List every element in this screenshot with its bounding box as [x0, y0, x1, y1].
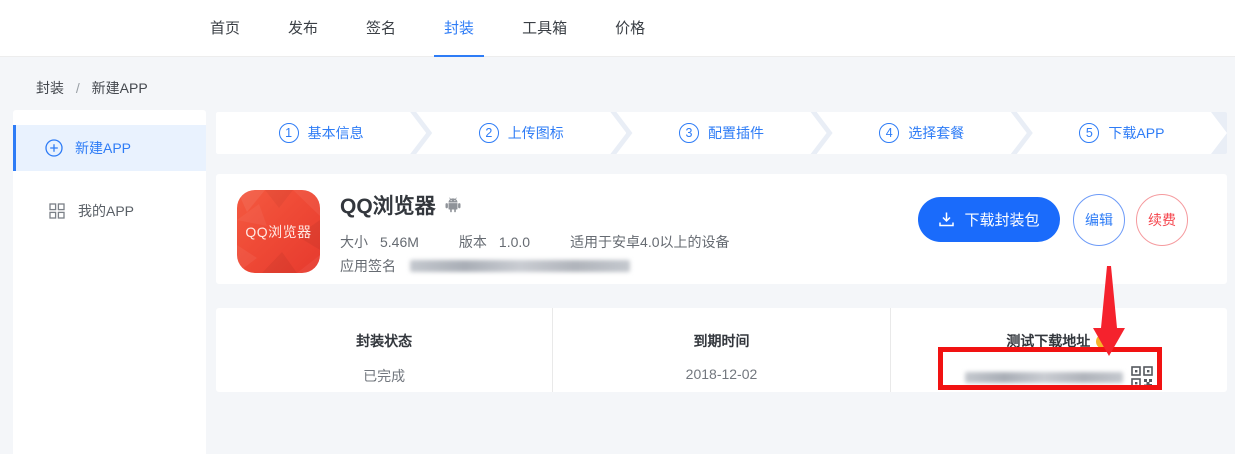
nav-item-home[interactable]: 首页	[200, 0, 250, 57]
step-label: 下载APP	[1108, 123, 1164, 143]
test-download-header: 测试下载地址	[1006, 331, 1090, 351]
version-label: 版本	[459, 234, 487, 250]
app-icon-label: QQ浏览器	[245, 222, 311, 242]
nav-item-package[interactable]: 封装	[434, 0, 484, 57]
plus-circle-icon	[45, 139, 63, 157]
app-meta: 大小 5.46M 版本 1.0.0 适用于安卓4.0以上的设备	[340, 232, 730, 252]
app-title: QQ浏览器	[340, 190, 436, 220]
breadcrumb: 封装 / 新建APP	[36, 78, 148, 98]
sidebar-item-new-app[interactable]: 新建APP	[13, 125, 206, 171]
qr-code-icon[interactable]	[1131, 366, 1153, 388]
sidebar-item-label: 我的APP	[78, 201, 134, 221]
wizard-stepper: 1 基本信息 2 上传图标 3 配置插件 4 选择套餐 5 下载APP	[216, 112, 1227, 154]
step-upload-icon[interactable]: 2 上传图标	[416, 112, 626, 154]
package-status-column: 封装状态 已完成	[216, 308, 552, 392]
step-label: 选择套餐	[908, 123, 964, 143]
size-label: 大小	[340, 234, 368, 250]
status-card: 封装状态 已完成 到期时间 2018-12-02 测试下载地址 ?	[216, 308, 1227, 392]
sidebar-item-my-app[interactable]: 我的APP	[13, 188, 206, 234]
nav-item-toolbox[interactable]: 工具箱	[512, 0, 577, 57]
step-configure-plugins[interactable]: 3 配置插件	[616, 112, 826, 154]
breadcrumb-current: 新建APP	[92, 80, 148, 96]
expiry-value: 2018-12-02	[686, 366, 758, 382]
step-number: 2	[479, 123, 499, 143]
test-download-column: 测试下载地址 ?	[890, 308, 1227, 392]
sidebar-item-label: 新建APP	[75, 138, 131, 158]
renew-button[interactable]: 续费	[1136, 194, 1188, 246]
step-select-plan[interactable]: 4 选择套餐	[817, 112, 1027, 154]
package-status-value: 已完成	[363, 366, 405, 386]
edit-button[interactable]: 编辑	[1073, 194, 1125, 246]
nav-item-price[interactable]: 价格	[605, 0, 655, 57]
step-download-app[interactable]: 5 下载APP	[1017, 112, 1227, 154]
nav-item-publish[interactable]: 发布	[278, 0, 328, 57]
breadcrumb-package-link[interactable]: 封装	[36, 80, 64, 96]
step-label: 上传图标	[508, 123, 564, 143]
help-icon[interactable]: ?	[1096, 334, 1111, 349]
download-package-label: 下载封装包	[964, 209, 1039, 230]
size-value: 5.46M	[380, 234, 419, 250]
download-tray-icon	[938, 211, 955, 228]
test-download-url-redacted[interactable]	[965, 372, 1123, 383]
expiry-column: 到期时间 2018-12-02	[552, 308, 889, 392]
app-card: QQ浏览器 QQ浏览器 大小5.46M版本1.0.0适用于安卓4.0以上的设备 …	[216, 174, 1227, 284]
grid-icon	[48, 202, 66, 220]
step-number: 5	[1079, 123, 1099, 143]
download-package-button[interactable]: 下载封装包	[918, 197, 1060, 242]
main-nav: 首页 发布 签名 封装 工具箱 价格	[0, 0, 1235, 57]
page: 首页 发布 签名 封装 工具箱 价格 封装 / 新建APP 新建APP 我的AP…	[0, 0, 1235, 454]
step-basic-info[interactable]: 1 基本信息	[216, 112, 426, 154]
step-number: 1	[279, 123, 299, 143]
android-icon	[444, 196, 462, 214]
signature-redacted-value	[410, 260, 630, 272]
signature-label: 应用签名	[340, 256, 396, 276]
step-number: 4	[879, 123, 899, 143]
step-label: 基本信息	[308, 123, 364, 143]
step-number: 3	[679, 123, 699, 143]
signature-row: 应用签名	[340, 256, 630, 276]
compatibility-text: 适用于安卓4.0以上的设备	[570, 234, 729, 250]
top-header: 首页 发布 签名 封装 工具箱 价格	[0, 0, 1235, 57]
nav-item-sign[interactable]: 签名	[356, 0, 406, 57]
sidebar: 新建APP 我的APP	[13, 110, 206, 454]
breadcrumb-separator: /	[76, 80, 80, 96]
expiry-header: 到期时间	[693, 331, 749, 351]
step-label: 配置插件	[708, 123, 764, 143]
package-status-header: 封装状态	[356, 331, 412, 351]
version-value: 1.0.0	[499, 234, 530, 250]
app-icon: QQ浏览器	[237, 190, 320, 273]
